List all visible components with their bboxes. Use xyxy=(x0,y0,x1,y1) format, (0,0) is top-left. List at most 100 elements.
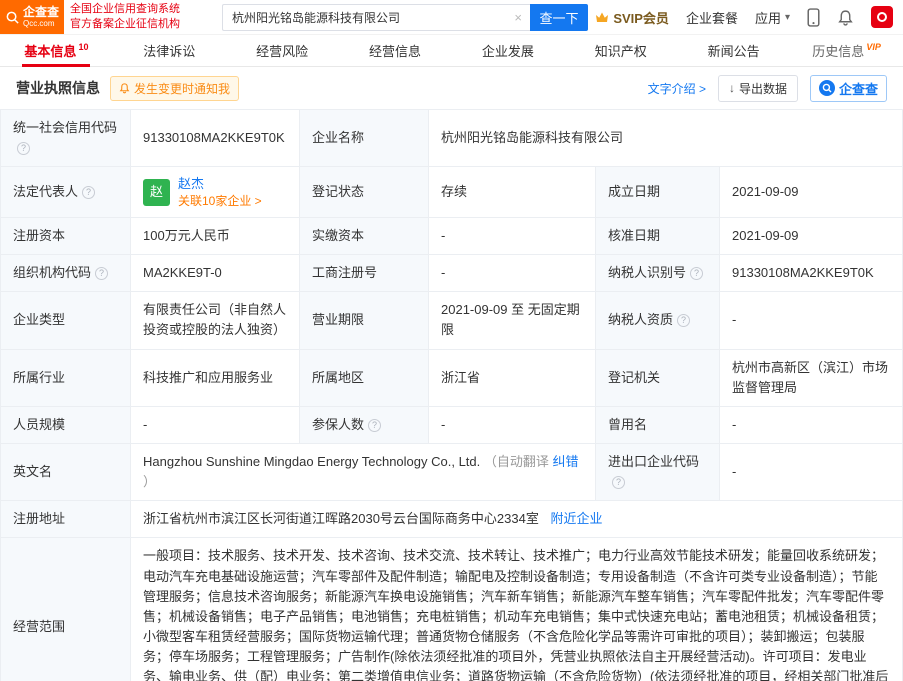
related-companies-link[interactable]: 关联10家企业 > xyxy=(178,193,262,209)
mobile-app-icon[interactable] xyxy=(807,7,820,27)
tab-company-development[interactable]: 企业发展 xyxy=(452,35,565,66)
table-row: 企业类型 有限责任公司（非自然人投资或控股的法人独资） 营业期限 2021-09… xyxy=(0,291,903,350)
info-icon[interactable]: ? xyxy=(82,186,96,200)
field-value-company-name: 杭州阳光铭岛能源科技有限公司 xyxy=(428,108,903,168)
tab-history-info[interactable]: 历史信息 VIP xyxy=(790,35,903,66)
table-row: 经营范围 一般项目：技术服务、技术开发、技术咨询、技术交流、技术转让、技术推广；… xyxy=(0,537,903,681)
field-value-region: 浙江省 xyxy=(428,348,596,407)
logo-name: 企查查 xyxy=(22,5,59,19)
field-value-org-code: MA2KKE9T-0 xyxy=(130,254,300,293)
field-label-authority: 登记机关 xyxy=(595,348,720,407)
notify-bell-icon xyxy=(119,83,130,94)
legal-rep-name-link[interactable]: 赵杰 xyxy=(178,175,262,193)
field-label-org-code: 组织机构代码? xyxy=(0,254,131,293)
tab-label: 法律诉讼 xyxy=(143,44,196,59)
qcc-brand-button[interactable]: 企查查 xyxy=(809,74,887,102)
search-input[interactable] xyxy=(222,3,530,31)
table-row: 统一社会信用代码? 91330108MA2KKE9T0K 企业名称 杭州阳光铭岛… xyxy=(0,108,903,168)
label-text: 组织机构代码 xyxy=(13,265,92,281)
field-value-taxpayer-quality: - xyxy=(719,291,903,350)
field-value-reg-capital: 100万元人民币 xyxy=(130,217,300,256)
field-value-status: 存续 xyxy=(428,166,596,219)
table-row: 注册资本 100万元人民币 实缴资本 - 核准日期 2021-09-09 xyxy=(0,217,903,256)
label-text: 纳税人识别号 xyxy=(608,265,687,281)
license-section-header: 营业执照信息 发生变更时通知我 文字介绍 > ↓ 导出数据 企查查 xyxy=(0,67,903,109)
field-value-legal-rep: 赵 赵杰 关联10家企业 > xyxy=(130,166,300,219)
site-slogan: 全国企业信用查询系统 官方备案企业征信机构 xyxy=(70,2,180,32)
field-label-reg-number: 工商注册号 xyxy=(299,254,429,293)
address-text: 浙江省杭州市滨江区长河街道江晖路2030号云台国际商务中心2334室 xyxy=(143,511,539,527)
apps-label: 应用 xyxy=(754,10,781,26)
field-value-insured: - xyxy=(428,405,596,445)
field-label-legal-rep: 法定代表人? xyxy=(0,166,131,219)
svip-label: SVIP会员 xyxy=(613,10,669,26)
user-avatar[interactable] xyxy=(871,6,893,28)
label-text: 法定代表人 xyxy=(13,184,79,200)
avatar-glyph xyxy=(877,12,887,22)
info-icon[interactable]: ? xyxy=(612,476,625,490)
export-label: 导出数据 xyxy=(738,81,787,96)
tab-basic-info[interactable]: 基本信息 10 xyxy=(0,35,113,67)
business-license-table: 统一社会信用代码? 91330108MA2KKE9T0K 企业名称 杭州阳光铭岛… xyxy=(0,108,903,681)
table-row: 法定代表人? 赵 赵杰 关联10家企业 > 登记状态 存续 成立日期 2021-… xyxy=(0,166,903,219)
info-icon[interactable]: ? xyxy=(368,418,382,432)
info-icon[interactable]: ? xyxy=(17,142,30,156)
label-text: 进出口企业代码 xyxy=(608,454,700,469)
package-menu[interactable]: 企业套餐 xyxy=(686,8,738,27)
field-value-former-name: - xyxy=(719,405,903,445)
field-value-paid-capital: - xyxy=(428,217,596,256)
field-value-business-term: 2021-09-09 至 无固定期限 xyxy=(428,291,596,350)
field-label-credit-code: 统一社会信用代码? xyxy=(0,108,131,168)
field-label-taxpayer-quality: 纳税人资质? xyxy=(595,291,720,350)
field-value-industry: 科技推广和应用服务业 xyxy=(130,348,300,407)
tab-label: 基本信息 xyxy=(24,44,77,59)
logo-domain: Qcc.com xyxy=(22,19,55,28)
slogan-line-1: 全国企业信用查询系统 xyxy=(70,3,180,16)
info-icon[interactable]: ? xyxy=(95,267,109,281)
main-nav-tabs: 基本信息 10 法律诉讼 经营风险 经营信息 企业发展 知识产权 新闻公告 历史… xyxy=(0,34,903,67)
table-row: 人员规模 - 参保人数? - 曾用名 - xyxy=(0,405,903,445)
qcc-logo-text: 企查查 Qcc.com xyxy=(22,5,59,29)
tab-business-info[interactable]: 经营信息 xyxy=(339,35,452,66)
field-label-staff-size: 人员规模 xyxy=(0,405,131,445)
apps-menu[interactable]: 应用 ▾ xyxy=(755,8,790,27)
field-label-company-type: 企业类型 xyxy=(0,291,131,350)
tab-news[interactable]: 新闻公告 xyxy=(677,35,790,66)
english-name-text: Hangzhou Sunshine Mingdao Energy Technol… xyxy=(143,454,481,469)
notification-bell-icon[interactable] xyxy=(837,9,854,26)
field-label-address: 注册地址 xyxy=(0,500,131,539)
tab-operation-risk[interactable]: 经营风险 xyxy=(226,35,339,66)
tab-label: 历史信息 xyxy=(812,44,865,59)
field-value-establish-date: 2021-09-09 xyxy=(719,166,903,219)
info-icon[interactable]: ? xyxy=(677,314,691,328)
label-text: 参保人数 xyxy=(312,416,365,432)
field-value-approval-date: 2021-09-09 xyxy=(719,217,903,256)
qcc-logo[interactable]: 企查查 Qcc.com xyxy=(0,0,64,34)
info-icon[interactable]: ? xyxy=(690,267,704,281)
field-label-industry: 所属行业 xyxy=(0,348,131,407)
export-data-button[interactable]: ↓ 导出数据 xyxy=(717,74,798,102)
clear-search-icon[interactable]: × xyxy=(514,11,522,24)
text-intro-link[interactable]: 文字介绍 > xyxy=(648,80,706,97)
field-value-taxpayer-id: 91330108MA2KKE9T0K xyxy=(719,254,903,293)
qcc-logo-icon xyxy=(6,11,19,24)
field-value-reg-number: - xyxy=(428,254,596,293)
field-label-status: 登记状态 xyxy=(299,166,429,219)
search-button[interactable]: 查一下 xyxy=(530,3,588,31)
svip-member-menu[interactable]: SVIP会员 xyxy=(595,8,669,27)
nearby-companies-link[interactable]: 附近企业 xyxy=(550,511,602,526)
notify-on-change-button[interactable]: 发生变更时通知我 xyxy=(110,75,240,101)
field-label-english-name: 英文名 xyxy=(0,442,131,502)
slogan-line-2: 官方备案企业征信机构 xyxy=(70,18,180,30)
field-label-paid-capital: 实缴资本 xyxy=(299,217,429,256)
qcc-brand-icon xyxy=(818,80,835,96)
header-right-menu: SVIP会员 企业套餐 应用 ▾ xyxy=(595,6,893,28)
correct-translation-link[interactable]: 纠错 xyxy=(553,454,579,469)
field-value-business-scope: 一般项目：技术服务、技术开发、技术咨询、技术交流、技术转让、技术推广；电力行业高… xyxy=(130,537,903,681)
legal-rep-avatar[interactable]: 赵 xyxy=(143,178,170,206)
tab-legal-litigation[interactable]: 法律诉讼 xyxy=(113,35,226,66)
tab-intellectual-property[interactable]: 知识产权 xyxy=(564,35,677,66)
table-row: 所属行业 科技推广和应用服务业 所属地区 浙江省 登记机关 杭州市高新区（滨江）… xyxy=(0,348,903,407)
tab-label: 经营风险 xyxy=(256,44,309,59)
field-label-establish-date: 成立日期 xyxy=(595,166,720,219)
